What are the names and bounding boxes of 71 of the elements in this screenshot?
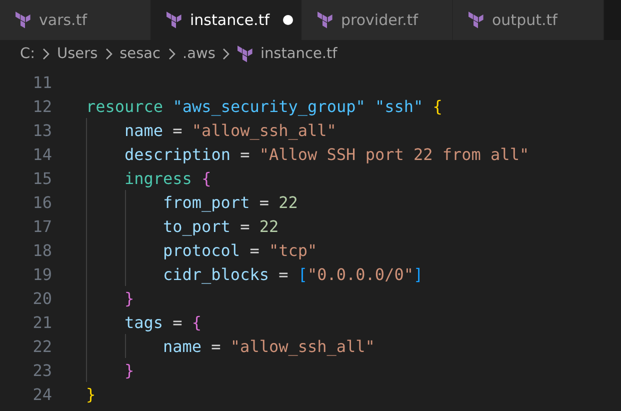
line-number: 20 [32, 288, 52, 308]
code-token: to_port [163, 216, 230, 236]
line-number: 13 [32, 120, 52, 140]
code-token: 22 [278, 192, 298, 212]
line-number: 19 [32, 264, 52, 284]
code-token: = [278, 264, 288, 284]
terraform-file-icon [317, 11, 333, 29]
breadcrumb-item[interactable]: sesac [120, 46, 161, 62]
code-token: from_port [163, 192, 250, 212]
code-token: "aws_security_group" [172, 96, 366, 116]
code-token: } [124, 288, 134, 308]
editor-tab[interactable]: output.tf [453, 0, 604, 40]
code-token: = [250, 240, 260, 260]
code-token: ] [413, 264, 424, 284]
code-token: = [172, 312, 182, 332]
line-number: 22 [32, 336, 52, 356]
terraform-file-icon [15, 11, 31, 29]
tab-label: provider.tf [341, 11, 418, 29]
code-token: = [240, 216, 250, 236]
chevron-icon [104, 48, 113, 60]
code-token: { [192, 312, 202, 332]
code-token: "tcp" [268, 240, 318, 260]
editor-tab[interactable]: vars.tf [0, 0, 151, 40]
editor-tab[interactable]: provider.tf [302, 0, 453, 40]
code-token: resource [86, 96, 164, 116]
code-token: "0.0.0.0/0" [308, 264, 414, 284]
breadcrumb-item[interactable]: instance.tf [260, 46, 338, 62]
chevron-icon [42, 48, 50, 60]
line-number: 17 [32, 216, 52, 236]
code-token: "ssh" [374, 96, 424, 116]
code-token: = [259, 192, 269, 212]
terraform-file-icon [166, 11, 182, 29]
terraform-file-icon [468, 11, 484, 29]
tab-label: output.tf [492, 11, 558, 29]
code-token: { [432, 96, 442, 116]
breadcrumb-item[interactable]: C: [20, 46, 36, 62]
code-token: "allow_ssh_all" [192, 120, 336, 140]
line-number: 18 [32, 240, 52, 260]
code-token: } [86, 384, 96, 404]
code-token: = [240, 144, 250, 164]
code-token: "Allow SSH port 22 from all" [259, 144, 530, 164]
code-token: name [124, 120, 164, 140]
code-token: "allow_ssh_all" [230, 336, 375, 356]
chevron-icon [222, 48, 230, 60]
line-number: 23 [32, 360, 52, 380]
code-token: = [211, 336, 221, 356]
chevron-icon [168, 48, 176, 60]
code-token: tags [124, 312, 164, 332]
breadcrumb-item[interactable]: Users [57, 46, 98, 62]
code-token: } [124, 360, 134, 380]
editor-tab[interactable]: instance.tf [151, 0, 302, 40]
code-token: 22 [259, 216, 279, 236]
code-token: { [202, 168, 212, 188]
line-number: 24 [32, 384, 52, 404]
code-token: [ [298, 264, 308, 284]
line-number: 11 [32, 72, 52, 92]
terraform-file-icon [237, 45, 254, 63]
line-number: 16 [32, 192, 52, 212]
breadcrumb-item[interactable]: .aws [182, 46, 216, 62]
tab-label: vars.tf [39, 11, 87, 29]
code-token: cidr_blocks [163, 264, 269, 284]
line-number: 15 [32, 168, 52, 188]
line-number: 14 [32, 144, 52, 164]
code-token: name [163, 336, 202, 356]
code-token: description [124, 144, 230, 164]
code-token: protocol [163, 240, 240, 260]
code-token: ingress [124, 168, 192, 188]
code-token: = [172, 120, 182, 140]
line-number: 21 [32, 312, 52, 332]
line-number: 12 [32, 96, 52, 116]
tab-label: instance.tf [190, 11, 270, 29]
